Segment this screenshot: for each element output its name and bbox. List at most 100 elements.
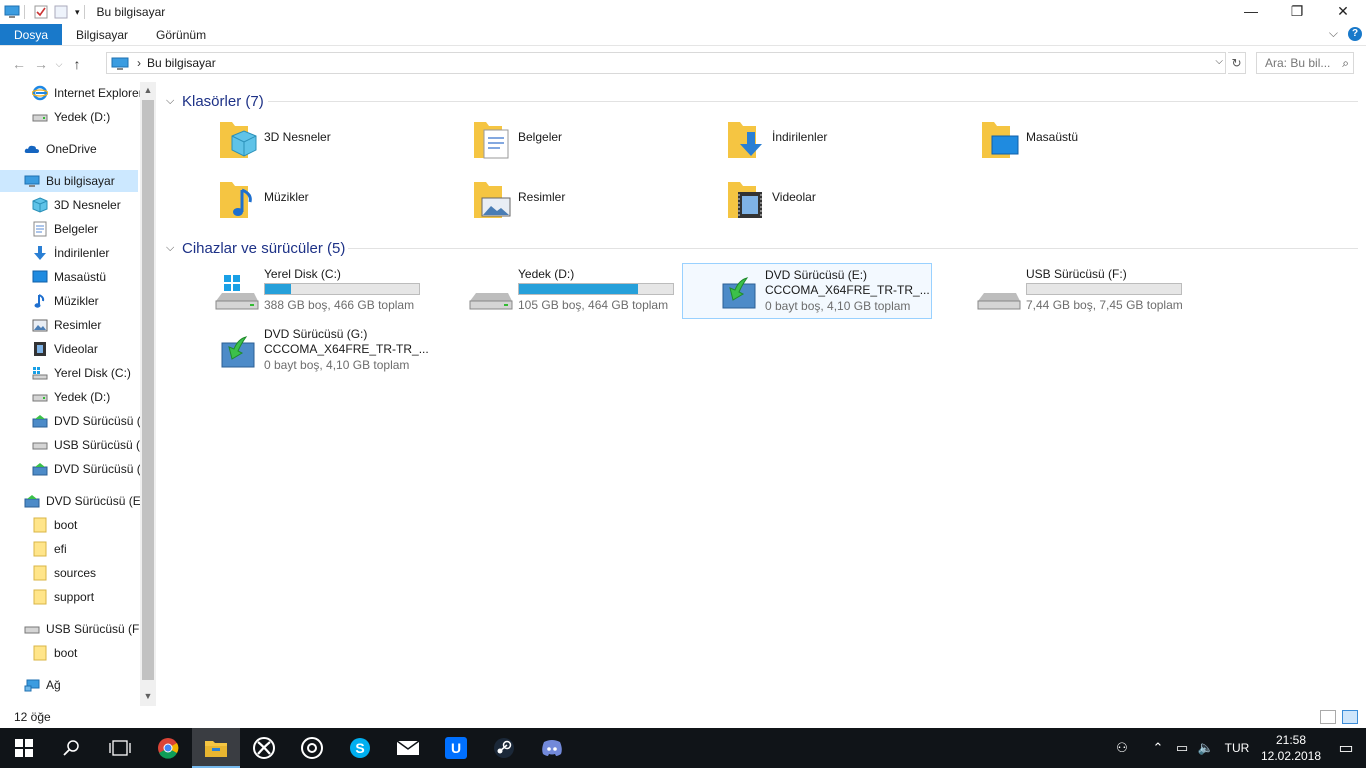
folder-music[interactable]: Müzikler: [160, 178, 400, 232]
folder-name: Müzikler: [264, 190, 309, 204]
people-icon[interactable]: ⚇: [1110, 740, 1134, 756]
sidebar-item-local-disk-c[interactable]: Yerel Disk (C:): [32, 362, 156, 384]
sidebar-item-downloads[interactable]: İndirilenler: [32, 242, 156, 264]
search-input[interactable]: Ara: Bu bil... ⌕: [1256, 52, 1354, 74]
forward-button[interactable]: →: [30, 56, 52, 72]
sidebar-scrollbar[interactable]: ▲ ▼: [140, 82, 156, 706]
steam-icon: [494, 738, 514, 758]
file-explorer-taskbar-button[interactable]: [192, 728, 240, 768]
start-button[interactable]: [0, 728, 48, 768]
sidebar-item-network[interactable]: Ağ: [24, 674, 156, 696]
quick-access-dropdown[interactable]: ▾: [75, 7, 80, 18]
tab-dosya[interactable]: Dosya: [0, 24, 63, 45]
close-button[interactable]: ✕: [1320, 0, 1366, 22]
maximize-button[interactable]: ❐: [1274, 0, 1320, 22]
drive-info: 388 GB boş, 466 GB toplam: [264, 298, 415, 312]
drive-local-disk-c[interactable]: Yerel Disk (C:) 388 GB boş, 466 GB topla…: [182, 263, 432, 319]
expand-ribbon-icon[interactable]: ⌵: [1329, 26, 1338, 41]
sidebar-item-internet-explorer[interactable]: Internet Explorer: [32, 82, 156, 104]
group-header-folders[interactable]: ⌵ Klasörler (7): [166, 90, 264, 112]
uplay-taskbar-button[interactable]: U: [432, 728, 480, 768]
folder-pictures[interactable]: Resimler: [414, 178, 654, 232]
sidebar-item-this-pc[interactable]: Bu bilgisayar: [0, 170, 138, 192]
search-placeholder: Ara: Bu bil...: [1265, 56, 1331, 70]
sidebar-item-desktop[interactable]: Masaüstü: [32, 266, 156, 288]
search-button[interactable]: [48, 728, 96, 768]
drive-info: 0 bayt boş, 4,10 GB toplam: [264, 358, 410, 372]
clock[interactable]: 21:58 12.02.2018: [1256, 732, 1326, 764]
drive-usb-f[interactable]: USB Sürücüsü (F:) 7,44 GB boş, 7,45 GB t…: [944, 263, 1194, 319]
steam-taskbar-button[interactable]: [480, 728, 528, 768]
folder-downloads[interactable]: İndirilenler: [668, 118, 908, 172]
sidebar-item-music[interactable]: Müzikler: [32, 290, 156, 312]
refresh-button[interactable]: ↻: [1228, 52, 1246, 74]
folder-3d-objects[interactable]: 3D Nesneler: [160, 118, 400, 172]
up-button[interactable]: ↑: [66, 56, 88, 72]
sidebar-item-3d-objects[interactable]: 3D Nesneler: [32, 194, 156, 216]
task-view-button[interactable]: [96, 728, 144, 768]
details-view-icon[interactable]: [1320, 710, 1336, 724]
address-bar[interactable]: › Bu bilgisayar ⌵: [106, 52, 1226, 74]
downloads-icon: [32, 246, 48, 260]
volume-icon[interactable]: 🔈: [1194, 740, 1218, 756]
search-icon[interactable]: ⌕: [1342, 56, 1349, 71]
recent-locations-button[interactable]: ⌵: [52, 59, 66, 70]
drive-dvd-g[interactable]: DVD Sürücüsü (G:) CCCOMA_X64FRE_TR-TR_..…: [182, 323, 432, 379]
sidebar-item-dvd-e[interactable]: DVD Sürücüsü (E: [32, 410, 156, 432]
folder-desktop[interactable]: Masaüstü: [922, 118, 1162, 172]
folder-videos[interactable]: Videolar: [668, 178, 908, 232]
mail-taskbar-button[interactable]: [384, 728, 432, 768]
scroll-down-icon[interactable]: ▼: [140, 688, 156, 704]
properties-icon[interactable]: [33, 4, 49, 20]
sidebar-item-dvd-g[interactable]: DVD Sürücüsü (G: [32, 458, 156, 480]
breadcrumb-this-pc[interactable]: Bu bilgisayar: [147, 56, 216, 70]
drive-yedek-d[interactable]: Yedek (D:) 105 GB boş, 464 GB toplam: [436, 263, 686, 319]
sidebar-item-documents[interactable]: Belgeler: [32, 218, 156, 240]
folder-documents[interactable]: Belgeler: [414, 118, 654, 172]
sidebar-item-usb-f[interactable]: USB Sürücüsü (F: [32, 434, 156, 456]
xbox-taskbar-button[interactable]: [240, 728, 288, 768]
sidebar-item-label: Videolar: [54, 342, 98, 356]
pictures-folder-icon: [474, 182, 511, 218]
tab-bilgisayar[interactable]: Bilgisayar: [62, 24, 142, 45]
new-folder-icon[interactable]: [53, 4, 69, 20]
tab-gorunum[interactable]: Görünüm: [142, 24, 220, 45]
sidebar-item-folder-sources[interactable]: sources: [32, 562, 156, 584]
sidebar-item-yedek-d[interactable]: Yedek (D:): [32, 106, 156, 128]
capacity-bar: [518, 283, 674, 295]
skype-taskbar-button[interactable]: S: [336, 728, 384, 768]
help-icon[interactable]: ?: [1348, 26, 1362, 41]
chevron-down-icon[interactable]: ⌵: [166, 242, 176, 255]
sidebar-item-folder-boot-2[interactable]: boot: [32, 642, 156, 664]
sidebar-item-usb-f-root[interactable]: USB Sürücüsü (F:): [24, 618, 156, 640]
drive-dvd-e[interactable]: DVD Sürücüsü (E:) CCCOMA_X64FRE_TR-TR_..…: [682, 263, 932, 319]
input-language[interactable]: TUR: [1218, 741, 1256, 755]
sidebar-item-dvd-e-root[interactable]: DVD Sürücüsü (E:): [24, 490, 156, 512]
chrome-taskbar-button[interactable]: [144, 728, 192, 768]
network-status-icon[interactable]: ▭: [1170, 740, 1194, 756]
sidebar-item-folder-boot[interactable]: boot: [32, 514, 156, 536]
address-dropdown-icon[interactable]: ⌵: [1215, 56, 1223, 67]
chevron-down-icon[interactable]: ⌵: [166, 95, 176, 108]
breadcrumb-separator-icon[interactable]: ›: [137, 56, 141, 70]
show-hidden-icons-chevron-icon[interactable]: ⌃: [1146, 740, 1170, 756]
sidebar-item-pictures[interactable]: Resimler: [32, 314, 156, 336]
large-icons-view-icon[interactable]: [1342, 710, 1358, 724]
network-icon: [24, 678, 40, 692]
scroll-up-icon[interactable]: ▲: [140, 82, 156, 98]
discord-icon: [542, 740, 562, 756]
scrollbar-thumb[interactable]: [142, 100, 154, 680]
minimize-button[interactable]: —: [1228, 0, 1274, 22]
groove-music-taskbar-button[interactable]: [288, 728, 336, 768]
back-button[interactable]: ←: [8, 56, 30, 72]
music-icon: [32, 294, 48, 308]
computer-icon[interactable]: [4, 4, 20, 20]
discord-taskbar-button[interactable]: [528, 728, 576, 768]
action-center-icon[interactable]: ▭: [1326, 738, 1366, 758]
sidebar-item-videos[interactable]: Videolar: [32, 338, 156, 360]
sidebar-item-yedek-d-2[interactable]: Yedek (D:): [32, 386, 156, 408]
sidebar-item-onedrive[interactable]: OneDrive: [24, 138, 156, 160]
sidebar-item-folder-efi[interactable]: efi: [32, 538, 156, 560]
sidebar-item-folder-support[interactable]: support: [32, 586, 156, 608]
group-header-drives[interactable]: ⌵ Cihazlar ve sürücüler (5): [166, 237, 345, 259]
